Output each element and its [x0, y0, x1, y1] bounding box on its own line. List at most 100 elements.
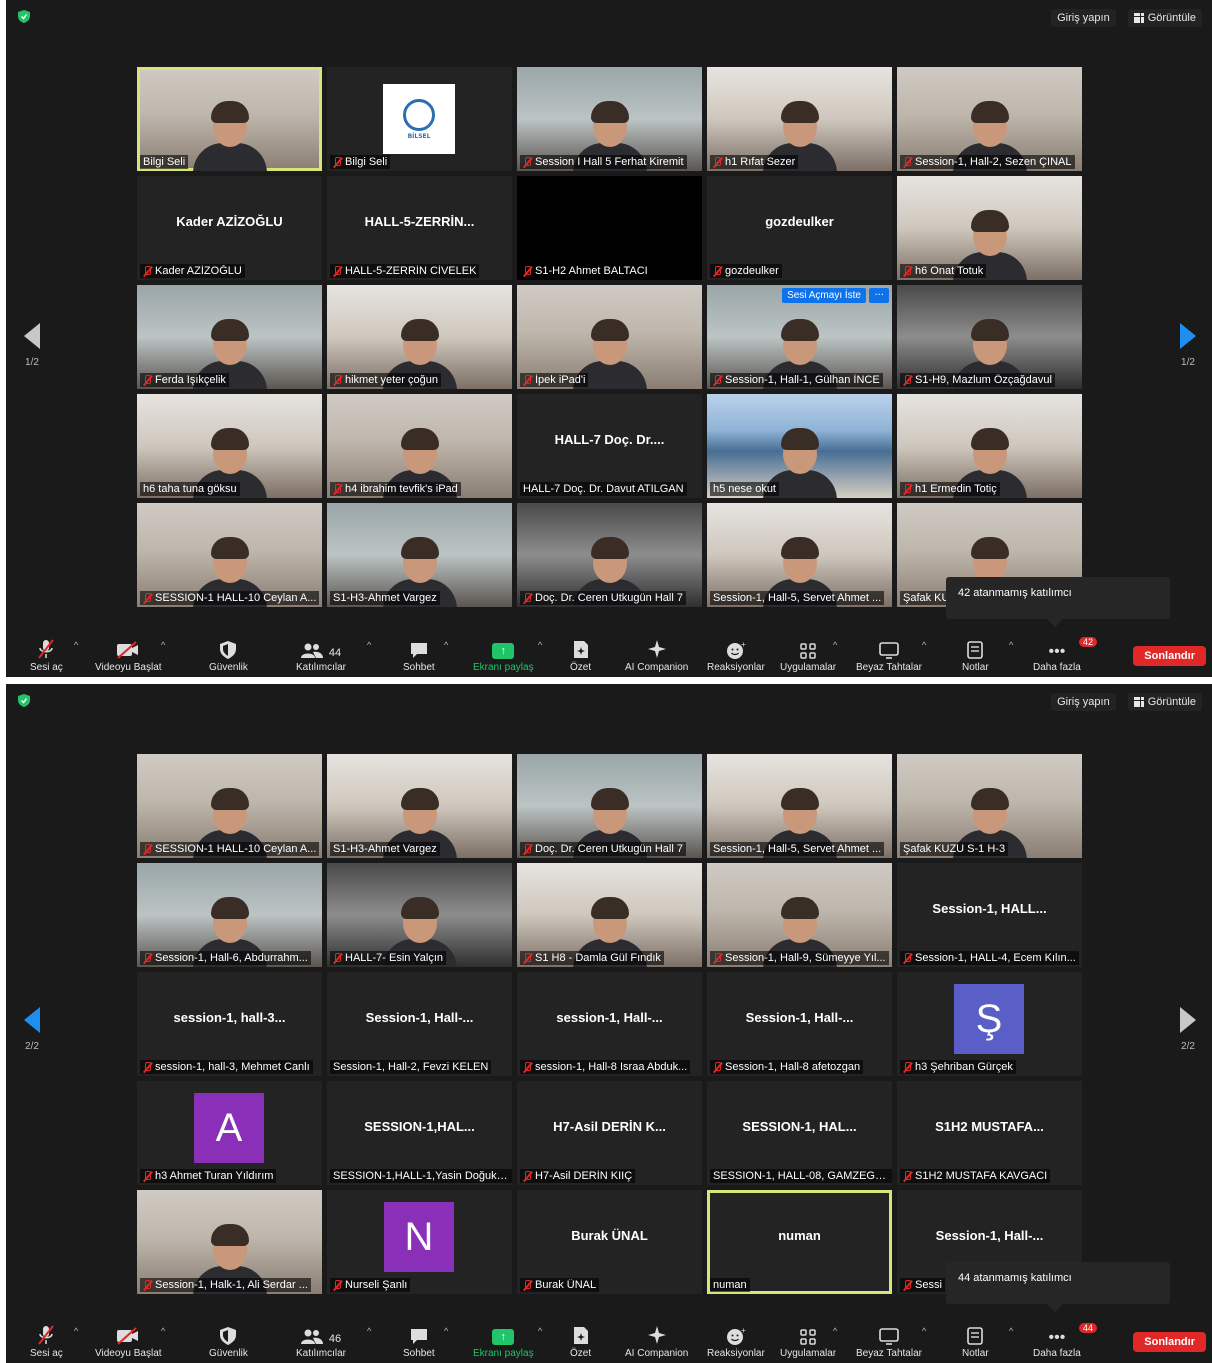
- tile-more-button[interactable]: ···: [869, 288, 889, 303]
- share-screen-button[interactable]: ↑ Ekranı paylaş ^: [473, 1325, 542, 1359]
- chat-button[interactable]: Sohbet ^: [403, 639, 448, 673]
- notes-button[interactable]: Notlar ^: [962, 639, 1013, 673]
- participant-tile[interactable]: İpek iPad'i: [517, 285, 702, 389]
- summary-button[interactable]: Özet: [570, 639, 591, 673]
- caret-up-icon[interactable]: ^: [444, 640, 448, 650]
- participant-tile[interactable]: N Nurseli Şanlı: [327, 1190, 512, 1294]
- participant-tile[interactable]: h6 taha tuna göksu: [137, 394, 322, 498]
- prev-page-button[interactable]: 2/2: [18, 1007, 46, 1052]
- caret-up-icon[interactable]: ^: [1009, 1326, 1013, 1336]
- apps-button[interactable]: Uygulamalar ^: [780, 639, 837, 673]
- caret-up-icon[interactable]: ^: [922, 1326, 926, 1336]
- participant-tile[interactable]: h6 Onat Totuk: [897, 176, 1082, 280]
- participant-tile[interactable]: Session-1, HALL... Session-1, HALL-4, Ece…: [897, 863, 1082, 967]
- participant-tile[interactable]: Şh3 Şehriban Gürçek: [897, 972, 1082, 1076]
- participant-tile[interactable]: session-1, hall-3... session-1, hall-3, M…: [137, 972, 322, 1076]
- participant-tile[interactable]: Session-1, Halk-1, Ali Serdar ...: [137, 1190, 322, 1294]
- security-button[interactable]: Güvenlik: [209, 1325, 248, 1359]
- participant-tile[interactable]: Şafak KUZU S-1 H-3: [897, 754, 1082, 858]
- participant-tile[interactable]: Burak ÜNAL Burak ÜNAL: [517, 1190, 702, 1294]
- participant-tile[interactable]: HALL-7- Esin Yalçın: [327, 863, 512, 967]
- share-screen-button[interactable]: ↑ Ekranı paylaş ^: [473, 639, 542, 673]
- participant-tile[interactable]: Doç. Dr. Ceren Utkugün Hall 7: [517, 754, 702, 858]
- participant-tile[interactable]: Doç. Dr. Ceren Utkugün Hall 7: [517, 503, 702, 607]
- participant-tile[interactable]: Session-1, Hall-9, Sümeyye Yıl...: [707, 863, 892, 967]
- security-button[interactable]: Güvenlik: [209, 639, 248, 673]
- ask-to-unmute-button[interactable]: Sesi Açmayı İste: [782, 288, 866, 303]
- participant-tile[interactable]: SESSION-1 HALL-10 Ceylan A...: [137, 503, 322, 607]
- view-button[interactable]: Görüntüle: [1127, 9, 1202, 27]
- start-video-button[interactable]: Videoyu Başlat ^: [95, 1325, 165, 1359]
- more-button[interactable]: ••• Daha fazla 42: [1033, 637, 1098, 673]
- participant-tile[interactable]: numan numan: [707, 1190, 892, 1294]
- more-button[interactable]: ••• Daha fazla 44: [1033, 1323, 1098, 1359]
- participant-tile[interactable]: Ferda Işıkçelik: [137, 285, 322, 389]
- participant-tile[interactable]: session-1, Hall-... session-1, Hall-8 Isr…: [517, 972, 702, 1076]
- signin-button[interactable]: Giriş yapın: [1051, 9, 1116, 27]
- participant-tile[interactable]: Kader AZİZOĞLU Kader AZİZOĞLU: [137, 176, 322, 280]
- participant-tile[interactable]: S1-H3-Ahmet Vargez: [327, 503, 512, 607]
- next-page-button[interactable]: 1/2: [1174, 323, 1202, 368]
- caret-up-icon[interactable]: ^: [161, 640, 165, 650]
- apps-button[interactable]: Uygulamalar ^: [780, 1325, 837, 1359]
- participants-button[interactable]: 44 Katılımcılar ^: [296, 639, 371, 673]
- notes-button[interactable]: Notlar ^: [962, 1325, 1013, 1359]
- whiteboards-button[interactable]: Beyaz Tahtalar ^: [856, 639, 926, 673]
- participant-tile[interactable]: SESSION-1, HAL... SESSION-1, HALL-08, GAM…: [707, 1081, 892, 1185]
- caret-up-icon[interactable]: ^: [1009, 640, 1013, 650]
- participant-tile[interactable]: Bilgi Seli: [137, 67, 322, 171]
- caret-up-icon[interactable]: ^: [74, 1326, 78, 1336]
- participant-tile[interactable]: h5 nese okut: [707, 394, 892, 498]
- participant-tile[interactable]: S1-H9, Mazlum Özçağdavul: [897, 285, 1082, 389]
- participant-tile[interactable]: gozdeulker gozdeulker: [707, 176, 892, 280]
- caret-up-icon[interactable]: ^: [833, 640, 837, 650]
- caret-up-icon[interactable]: ^: [367, 1326, 371, 1336]
- caret-up-icon[interactable]: ^: [74, 640, 78, 650]
- participant-tile[interactable]: BİLSEL Bilgi Seli: [327, 67, 512, 171]
- caret-up-icon[interactable]: ^: [161, 1326, 165, 1336]
- view-button[interactable]: Görüntüle: [1127, 693, 1202, 711]
- participant-tile[interactable]: H7-Asil DERİN K... H7-Asil DERİN KIIÇ: [517, 1081, 702, 1185]
- participant-tile[interactable]: h1 Ermedin Totiç: [897, 394, 1082, 498]
- start-video-button[interactable]: Videoyu Başlat ^: [95, 639, 165, 673]
- unmute-button[interactable]: Sesi aç ^: [30, 639, 78, 673]
- encryption-shield-icon[interactable]: [18, 694, 30, 707]
- chat-button[interactable]: Sohbet ^: [403, 1325, 448, 1359]
- encryption-shield-icon[interactable]: [18, 10, 30, 23]
- participant-tile[interactable]: S1 H8 - Damla Gül Fındık: [517, 863, 702, 967]
- participant-tile[interactable]: Sesi Açmayı İste ··· Session-1, Hall-1, Gü…: [707, 285, 892, 389]
- reactions-button[interactable]: + Reaksiyonlar: [707, 639, 765, 673]
- participant-tile[interactable]: HALL-7 Doç. Dr.... HALL-7 Doç. Dr. Davut …: [517, 394, 702, 498]
- ai-companion-button[interactable]: AI Companion: [625, 1325, 688, 1359]
- end-button[interactable]: Sonlandır: [1133, 1332, 1206, 1352]
- participants-button[interactable]: 46 Katılımcılar ^: [296, 1325, 371, 1359]
- summary-button[interactable]: Özet: [570, 1325, 591, 1359]
- participant-tile[interactable]: Session-1, Hall-6, Abdurrahm...: [137, 863, 322, 967]
- unmute-button[interactable]: Sesi aç ^: [30, 1325, 78, 1359]
- caret-up-icon[interactable]: ^: [538, 640, 542, 650]
- participant-tile[interactable]: h1 Rıfat Sezer: [707, 67, 892, 171]
- participant-tile[interactable]: Session-1, Hall-... Session-1, Hall-8 afe…: [707, 972, 892, 1076]
- prev-page-button[interactable]: 1/2: [18, 323, 46, 368]
- participant-tile[interactable]: HALL-5-ZERRİN... HALL-5-ZERRİN CİVELEK: [327, 176, 512, 280]
- signin-button[interactable]: Giriş yapın: [1051, 693, 1116, 711]
- participant-tile[interactable]: Session I Hall 5 Ferhat Kiremit: [517, 67, 702, 171]
- caret-up-icon[interactable]: ^: [444, 1326, 448, 1336]
- participant-tile[interactable]: S1-H3-Ahmet Vargez: [327, 754, 512, 858]
- caret-up-icon[interactable]: ^: [367, 640, 371, 650]
- participant-tile[interactable]: Session-1, Hall-5, Servet Ahmet ...: [707, 754, 892, 858]
- next-page-button[interactable]: 2/2: [1174, 1007, 1202, 1052]
- caret-up-icon[interactable]: ^: [833, 1326, 837, 1336]
- caret-up-icon[interactable]: ^: [922, 640, 926, 650]
- participant-tile[interactable]: h4 ibrahim tevfik's iPad: [327, 394, 512, 498]
- participant-tile[interactable]: SESSION-1,HAL... SESSION-1,HALL-1,Yasin D…: [327, 1081, 512, 1185]
- participant-tile[interactable]: S1H2 MUSTAFA... S1H2 MUSTAFA KAVGACI: [897, 1081, 1082, 1185]
- participant-tile[interactable]: hikmet yeter çoğun: [327, 285, 512, 389]
- ai-companion-button[interactable]: AI Companion: [625, 639, 688, 673]
- end-button[interactable]: Sonlandır: [1133, 646, 1206, 666]
- participant-tile[interactable]: Session-1, Hall-... Session-1, Hall-2, Fe…: [327, 972, 512, 1076]
- whiteboards-button[interactable]: Beyaz Tahtalar ^: [856, 1325, 926, 1359]
- participant-tile[interactable]: Ah3 Ahmet Turan Yıldırım: [137, 1081, 322, 1185]
- participant-tile[interactable]: S1-H2 Ahmet BALTACI: [517, 176, 702, 280]
- reactions-button[interactable]: + Reaksiyonlar: [707, 1325, 765, 1359]
